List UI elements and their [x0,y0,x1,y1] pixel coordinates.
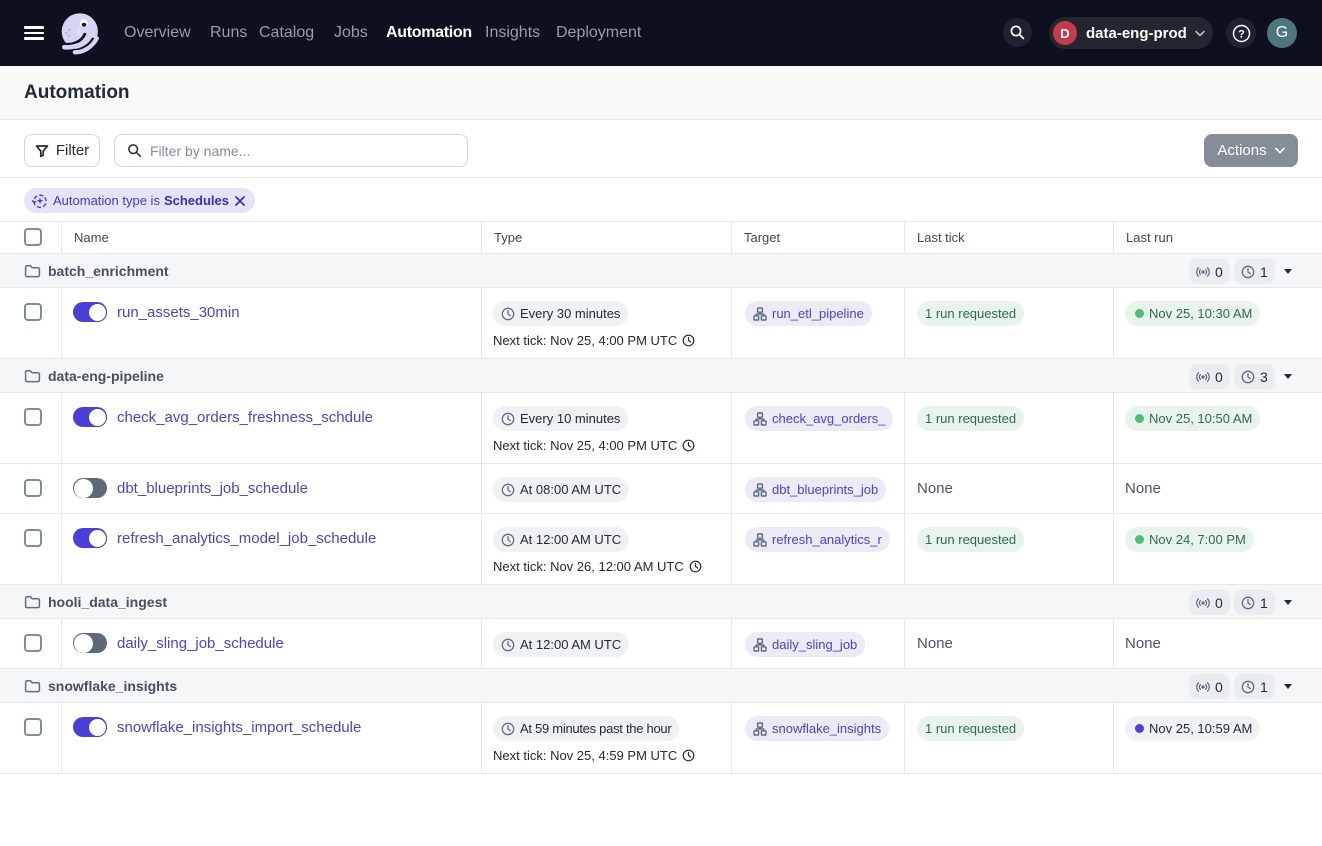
svg-text:?: ? [1238,28,1245,40]
